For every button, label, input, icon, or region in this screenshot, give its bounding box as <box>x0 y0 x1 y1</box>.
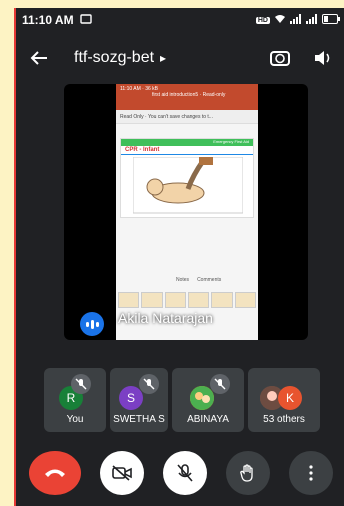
camera-toggle-button[interactable] <box>100 451 145 495</box>
screen-cast-icon <box>79 13 92 27</box>
participant-tile-you[interactable]: R You <box>44 368 106 432</box>
raise-hand-icon <box>240 464 253 482</box>
mic-off-icon <box>177 464 193 482</box>
mic-toggle-button[interactable] <box>162 451 207 495</box>
slide-thumbnail <box>211 292 233 308</box>
avatar: S <box>119 386 143 410</box>
shared-screen-topbar: 11:10 AM · 36 kB first aid introduction5… <box>116 84 258 110</box>
participant-tile-swetha[interactable]: S SWETHA S <box>110 368 168 432</box>
avatar <box>190 386 214 410</box>
battery-icon <box>322 13 340 27</box>
main-video-tile[interactable]: 11:10 AM · 36 kB first aid introduction5… <box>64 84 308 340</box>
status-bar: 11:10 AM HD <box>16 8 344 32</box>
meeting-code-button[interactable]: ftf-sozg-bet ▸ <box>74 49 166 67</box>
slide-thumbnail <box>164 292 186 308</box>
status-time: 11:10 AM <box>22 13 74 27</box>
slide-footer: Notes Comments <box>176 277 221 283</box>
participant-tiles: R You S SWETHA S ABINAYA K 53 others <box>44 368 320 432</box>
slide-thumbnail <box>141 292 163 308</box>
hang-up-button[interactable] <box>29 451 82 495</box>
phone-hangup-icon <box>45 469 66 477</box>
comments-label: Comments <box>197 277 222 283</box>
slide-thumbnail <box>118 292 140 308</box>
shared-doc-title: first aid introduction5 · Read-only <box>152 92 226 98</box>
read-only-banner: Read Only · You can't save changes to t.… <box>116 110 258 124</box>
call-controls <box>16 450 344 496</box>
more-options-button[interactable] <box>288 451 333 495</box>
speaking-indicator-icon <box>80 312 104 336</box>
camera-off-icon <box>112 465 132 481</box>
participant-tile-others[interactable]: K 53 others <box>248 368 320 432</box>
switch-camera-icon[interactable] <box>270 49 290 67</box>
speaker-volume-icon[interactable] <box>314 50 332 66</box>
slide-thumbnail <box>187 292 210 308</box>
signal-icon <box>306 13 318 27</box>
participant-name: You <box>66 414 84 425</box>
mic-off-icon <box>139 374 159 394</box>
mic-off-icon <box>71 374 91 394</box>
hd-badge: HD <box>255 16 270 24</box>
meet-app-frame: 11:10 AM HD ftf-sozg-bet ▸ 11:10 AM · 36… <box>14 8 344 506</box>
meeting-code: ftf-sozg-bet <box>74 49 155 66</box>
shared-slide: Emergency First Aid CPR - Infant <box>120 138 254 218</box>
participant-name: SWETHA S <box>113 414 165 425</box>
raise-hand-button[interactable] <box>225 451 270 495</box>
signal-icon <box>290 13 302 27</box>
wifi-icon <box>274 13 286 27</box>
mic-off-icon <box>210 374 230 394</box>
avatar-photo-icon <box>190 386 214 410</box>
slide-thumbnail <box>234 292 256 308</box>
slide-title: CPR - Infant <box>121 146 253 155</box>
slide-header: Emergency First Aid <box>121 139 253 146</box>
chevron-right-icon: ▸ <box>160 51 167 65</box>
participant-tile-abinaya[interactable]: ABINAYA <box>172 368 244 432</box>
cpr-illustration <box>133 157 243 214</box>
back-arrow-icon[interactable] <box>30 50 48 66</box>
avatar: K <box>278 386 302 410</box>
more-vertical-icon <box>308 465 313 481</box>
notes-label: Notes <box>176 277 190 283</box>
slide-thumbnail-strip <box>116 292 258 308</box>
shared-screen: 11:10 AM · 36 kB first aid introduction5… <box>116 84 258 340</box>
participant-name: 53 others <box>263 414 305 425</box>
participant-name: ABINAYA <box>187 414 229 425</box>
call-header: ftf-sozg-bet ▸ <box>16 36 344 80</box>
speaker-name: Akila Natarajan <box>118 310 213 326</box>
